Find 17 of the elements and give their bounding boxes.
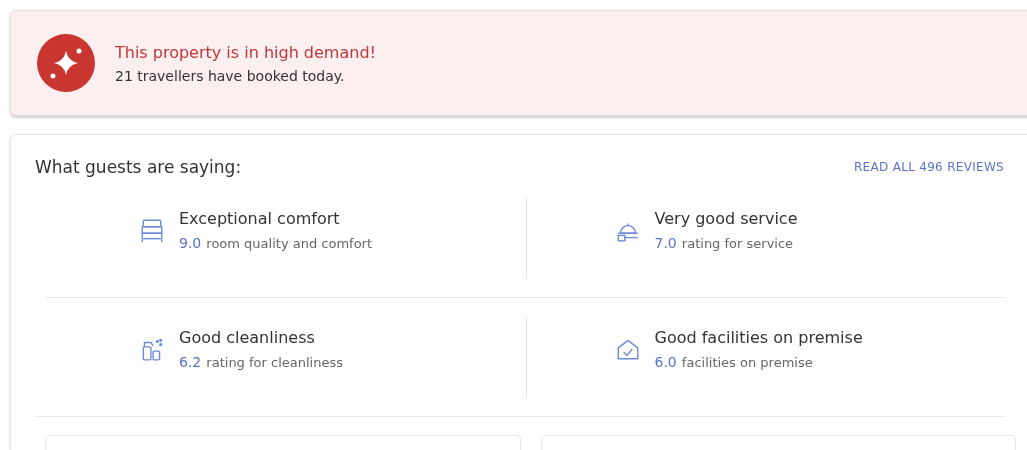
rating-score: 6.2 — [179, 354, 202, 370]
rating-title: Very good service — [654, 209, 798, 228]
rating-detail: room quality and comfort — [206, 236, 373, 251]
rating-score: 9.0 — [179, 235, 202, 251]
alert-message: 21 travellers have booked today. — [115, 67, 346, 84]
reviews-heading: What guests are saying: — [35, 157, 242, 177]
rating-title: Good cleanliness — [179, 328, 316, 347]
rating-title: Good facilities on premise — [654, 328, 863, 347]
alert-title: This property is in high demand! — [115, 42, 376, 62]
rating-title: Exceptional comfort — [179, 209, 341, 228]
rating-score: 6.0 — [654, 354, 677, 370]
rating-detail: facilities on premise — [681, 355, 813, 370]
sparkle-icon — [37, 34, 95, 92]
rating-detail: rating for service — [681, 236, 794, 251]
read-reviews-link[interactable]: READ ALL 496 REVIEWS — [853, 160, 1004, 174]
rating-score: 7.0 — [654, 235, 677, 251]
rating-detail: rating for cleanliness — [206, 355, 343, 370]
